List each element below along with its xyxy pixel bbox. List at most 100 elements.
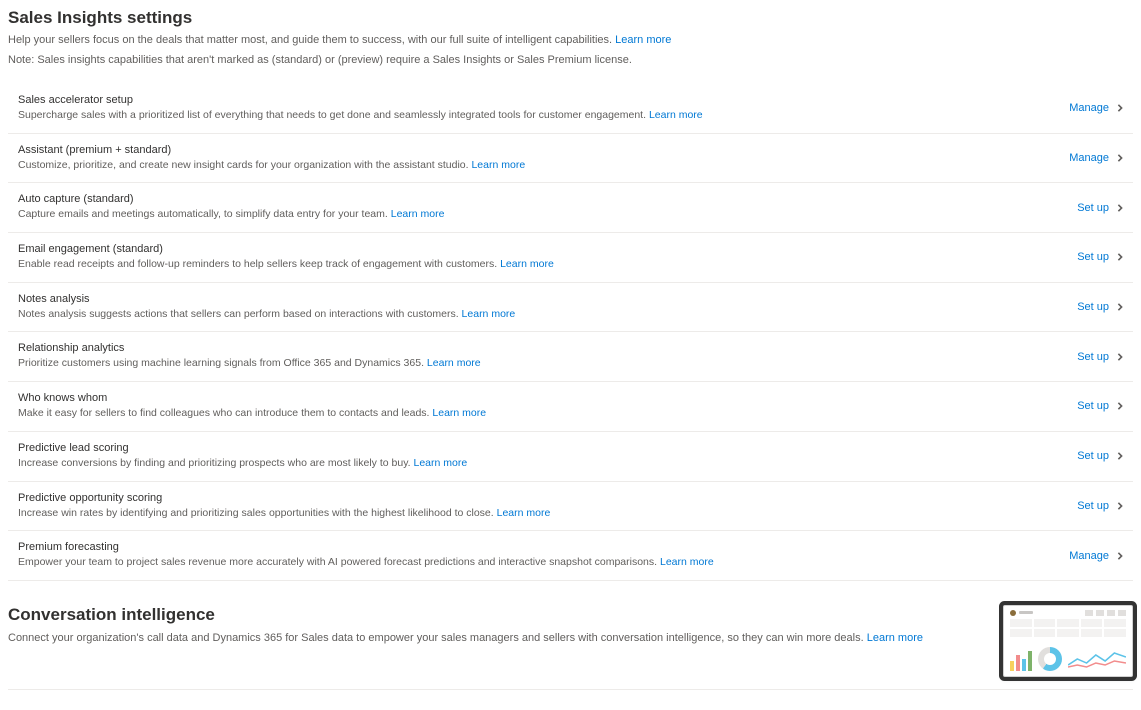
setting-item-predictive-lead-scoring: Predictive lead scoring Increase conversi… <box>8 432 1133 482</box>
setting-title: Relationship analytics <box>18 342 1057 354</box>
setting-desc: Enable read receipts and follow-up remin… <box>18 257 1057 272</box>
setting-title: Who knows whom <box>18 392 1057 404</box>
setting-desc-text: Notes analysis suggests actions that sel… <box>18 308 462 320</box>
page-subtitle: Help your sellers focus on the deals tha… <box>8 34 1133 46</box>
page-title: Sales Insights settings <box>8 8 1133 28</box>
setting-title: Premium forecasting <box>18 541 1049 553</box>
setting-item-premium-forecasting: Premium forecasting Empower your team to … <box>8 531 1133 581</box>
setting-text: Premium forecasting Empower your team to … <box>18 541 1069 570</box>
setup-button[interactable]: Set up <box>1077 202 1133 214</box>
setting-learn-more-link[interactable]: Learn more <box>432 407 486 419</box>
setup-button[interactable]: Set up <box>1077 351 1133 363</box>
setting-desc: Customize, prioritize, and create new in… <box>18 158 1049 173</box>
setting-text: Notes analysis Notes analysis suggests ac… <box>18 293 1077 322</box>
chevron-right-icon <box>1115 551 1125 561</box>
manage-button[interactable]: Manage <box>1069 152 1133 164</box>
setting-desc: Notes analysis suggests actions that sel… <box>18 307 1057 322</box>
action-label: Set up <box>1077 450 1109 462</box>
setup-button[interactable]: Set up <box>1077 251 1133 263</box>
setting-title: Auto capture (standard) <box>18 193 1057 205</box>
setting-item-email-engagement: Email engagement (standard) Enable read r… <box>8 233 1133 283</box>
setting-desc-text: Supercharge sales with a prioritized lis… <box>18 109 649 121</box>
setting-desc: Increase conversions by finding and prio… <box>18 456 1057 471</box>
chevron-right-icon <box>1115 352 1125 362</box>
setting-title: Notes analysis <box>18 293 1057 305</box>
action-label: Set up <box>1077 301 1109 313</box>
conversation-intelligence-section: Conversation intelligence Connect your o… <box>8 605 1133 690</box>
chevron-right-icon <box>1115 451 1125 461</box>
setting-desc: Prioritize customers using machine learn… <box>18 356 1057 371</box>
page-subtitle-text: Help your sellers focus on the deals tha… <box>8 34 612 46</box>
setting-item-sales-accelerator: Sales accelerator setup Supercharge sales… <box>8 84 1133 134</box>
setting-learn-more-link[interactable]: Learn more <box>391 208 445 220</box>
setting-desc-text: Enable read receipts and follow-up remin… <box>18 258 500 270</box>
setting-text: Predictive lead scoring Increase conversi… <box>18 442 1077 471</box>
manage-button[interactable]: Manage <box>1069 550 1133 562</box>
header-learn-more-link[interactable]: Learn more <box>615 34 671 46</box>
setting-item-relationship-analytics: Relationship analytics Prioritize custome… <box>8 332 1133 382</box>
setup-button[interactable]: Set up <box>1077 400 1133 412</box>
setting-item-predictive-opportunity-scoring: Predictive opportunity scoringIncrease w… <box>8 482 1133 532</box>
chevron-right-icon <box>1115 252 1125 262</box>
setting-text: Predictive opportunity scoringIncrease w… <box>18 492 1077 521</box>
action-label: Set up <box>1077 351 1109 363</box>
setting-desc-text: Increase win rates by identifying and pr… <box>18 507 497 519</box>
setting-learn-more-link[interactable]: Learn more <box>660 556 714 568</box>
setting-desc-text: Prioritize customers using machine learn… <box>18 357 427 369</box>
conversation-text: Conversation intelligence Connect your o… <box>8 605 1003 646</box>
setting-learn-more-link[interactable]: Learn more <box>427 357 481 369</box>
setting-text: Who knows whom Make it easy for sellers t… <box>18 392 1077 421</box>
setting-item-auto-capture: Auto capture (standard) Capture emails an… <box>8 183 1133 233</box>
chevron-right-icon <box>1115 302 1125 312</box>
setting-item-who-knows-whom: Who knows whom Make it easy for sellers t… <box>8 382 1133 432</box>
setting-desc-text: Empower your team to project sales reven… <box>18 556 660 568</box>
settings-page: Sales Insights settings Help your seller… <box>0 0 1141 710</box>
setting-learn-more-link[interactable]: Learn more <box>497 507 551 519</box>
setting-desc: Supercharge sales with a prioritized lis… <box>18 108 1049 123</box>
setting-desc-text: Make it easy for sellers to find colleag… <box>18 407 432 419</box>
setting-desc: Increase win rates by identifying and pr… <box>18 506 1057 521</box>
settings-list: Sales accelerator setup Supercharge sales… <box>8 84 1133 581</box>
setting-desc: Empower your team to project sales reven… <box>18 555 1049 570</box>
setting-title: Assistant (premium + standard) <box>18 144 1049 156</box>
action-label: Manage <box>1069 102 1109 114</box>
conversation-desc-text: Connect your organization's call data an… <box>8 632 864 644</box>
action-label: Set up <box>1077 500 1109 512</box>
setup-button[interactable]: Set up <box>1077 301 1133 313</box>
setting-learn-more-link[interactable]: Learn more <box>471 159 525 171</box>
setting-item-assistant: Assistant (premium + standard) Customize,… <box>8 134 1133 184</box>
setting-learn-more-link[interactable]: Learn more <box>462 308 516 320</box>
setting-text: Sales accelerator setup Supercharge sales… <box>18 94 1069 123</box>
setting-title: Sales accelerator setup <box>18 94 1049 106</box>
chevron-right-icon <box>1115 501 1125 511</box>
setting-text: Relationship analytics Prioritize custome… <box>18 342 1077 371</box>
setting-desc: Capture emails and meetings automaticall… <box>18 207 1057 222</box>
setting-learn-more-link[interactable]: Learn more <box>500 258 554 270</box>
manage-button[interactable]: Manage <box>1069 102 1133 114</box>
setting-learn-more-link[interactable]: Learn more <box>649 109 703 121</box>
setting-item-notes-analysis: Notes analysis Notes analysis suggests ac… <box>8 283 1133 333</box>
conversation-desc: Connect your organization's call data an… <box>8 631 963 646</box>
setting-title: Predictive lead scoring <box>18 442 1057 454</box>
action-label: Set up <box>1077 400 1109 412</box>
action-label: Set up <box>1077 202 1109 214</box>
setting-text: Email engagement (standard) Enable read r… <box>18 243 1077 272</box>
setting-desc-text: Customize, prioritize, and create new in… <box>18 159 471 171</box>
setup-button[interactable]: Set up <box>1077 450 1133 462</box>
setting-desc-text: Increase conversions by finding and prio… <box>18 457 414 469</box>
setting-title: Email engagement (standard) <box>18 243 1057 255</box>
setup-button[interactable]: Set up <box>1077 500 1133 512</box>
conversation-title: Conversation intelligence <box>8 605 963 625</box>
setting-text: Auto capture (standard) Capture emails an… <box>18 193 1077 222</box>
chevron-right-icon <box>1115 203 1125 213</box>
setting-text: Assistant (premium + standard) Customize,… <box>18 144 1069 173</box>
setting-learn-more-link[interactable]: Learn more <box>414 457 468 469</box>
conversation-preview-image <box>1003 605 1133 677</box>
setting-desc-text: Capture emails and meetings automaticall… <box>18 208 391 220</box>
chevron-right-icon <box>1115 401 1125 411</box>
action-label: Manage <box>1069 152 1109 164</box>
conversation-learn-more-link[interactable]: Learn more <box>867 632 923 644</box>
action-label: Manage <box>1069 550 1109 562</box>
license-note: Note: Sales insights capabilities that a… <box>8 54 1133 66</box>
chevron-right-icon <box>1115 103 1125 113</box>
